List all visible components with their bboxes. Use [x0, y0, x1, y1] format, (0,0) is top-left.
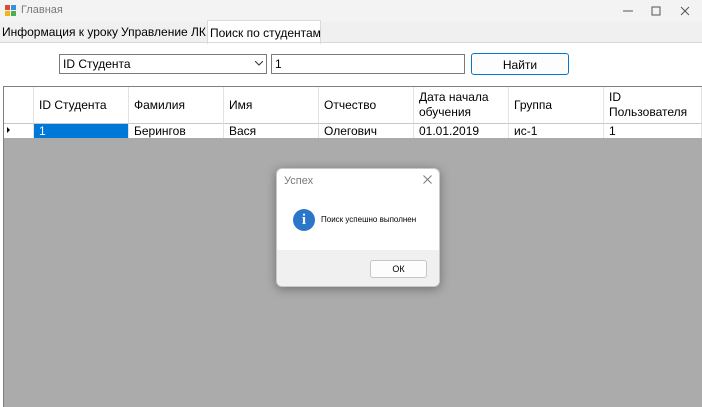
tab-divider	[0, 42, 702, 43]
row-header-corner	[4, 87, 34, 124]
table-cell[interactable]: 1	[604, 124, 702, 138]
table-row[interactable]: 1 Берингов Вася Олегович 01.01.2019 ис-1…	[4, 124, 702, 138]
app-icon	[5, 5, 17, 17]
column-header[interactable]: ID Студента	[34, 87, 129, 124]
table-cell[interactable]: Вася	[224, 124, 319, 138]
column-header[interactable]: Отчество	[319, 87, 414, 124]
search-field-select[interactable]: ID Студента	[59, 54, 267, 74]
current-row-icon	[7, 127, 10, 133]
table-cell[interactable]: 01.01.2019	[414, 124, 509, 138]
minimize-button[interactable]	[613, 0, 643, 22]
close-icon	[680, 6, 690, 16]
table-cell[interactable]: ис-1	[509, 124, 604, 138]
column-header[interactable]: Имя	[224, 87, 319, 124]
table-cell[interactable]: 1	[34, 124, 129, 138]
dialog-title: Успех	[284, 175, 314, 187]
search-field-value: ID Студента	[63, 57, 131, 71]
dialog-footer: ОК	[277, 250, 439, 286]
column-header[interactable]: Группа	[509, 87, 604, 124]
minimize-icon	[623, 10, 633, 12]
window-title: Главная	[21, 4, 63, 16]
column-header[interactable]: Фамилия	[129, 87, 224, 124]
close-button[interactable]	[670, 0, 700, 22]
chevron-down-icon	[255, 61, 263, 66]
ok-button[interactable]: ОК	[370, 260, 427, 278]
tab-lesson-info[interactable]: Информация к уроку	[0, 22, 118, 43]
column-header[interactable]: ID Пользователя	[604, 87, 702, 124]
search-input[interactable]	[271, 54, 465, 74]
title-bar: Главная	[0, 0, 702, 22]
table-cell[interactable]: Олегович	[319, 124, 414, 138]
maximize-button[interactable]	[641, 0, 671, 22]
tab-strip: Информация к уроку Управление ЛК Поиск п…	[0, 20, 702, 44]
tab-account-management[interactable]: Управление ЛК	[119, 22, 207, 43]
table-cell[interactable]: Берингов	[129, 124, 224, 138]
info-icon: i	[293, 209, 315, 231]
dialog-message: Поиск успешно выполнен	[321, 215, 417, 224]
column-header[interactable]: Дата начала обучения	[414, 87, 509, 124]
find-button[interactable]: Найти	[471, 53, 569, 75]
success-dialog: Успех i Поиск успешно выполнен ОК	[276, 168, 440, 287]
tab-student-search[interactable]: Поиск по студентам	[207, 20, 321, 44]
row-header[interactable]	[4, 124, 34, 138]
close-icon[interactable]	[423, 175, 432, 184]
maximize-icon	[651, 6, 661, 16]
